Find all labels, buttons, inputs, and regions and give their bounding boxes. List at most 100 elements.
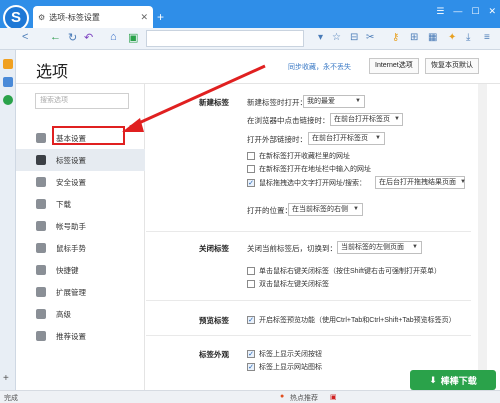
more-icon xyxy=(36,309,46,319)
watermark-text: 棒棒下载 xyxy=(440,375,477,386)
checkbox-box[interactable] xyxy=(247,280,255,288)
undo-icon[interactable]: ↶ xyxy=(84,31,93,44)
dropdown-icon[interactable]: ▾ xyxy=(318,32,323,43)
window-controls: ☰ — ☐ ✕ xyxy=(436,6,496,17)
star-icon[interactable]: ☆ xyxy=(332,32,341,43)
shield-icon xyxy=(36,177,46,187)
open-new-tab-select[interactable]: 我的最爱 ▼ xyxy=(303,95,365,108)
key-icon xyxy=(36,221,46,231)
checkbox-label: 在新标签打开在地址栏中输入的网址 xyxy=(259,166,371,173)
middle-click-select[interactable]: 在前台打开标签页 ▼ xyxy=(330,113,403,126)
sidebar-item-recommend[interactable]: 推荐设置 xyxy=(16,325,145,347)
section-divider xyxy=(146,300,471,301)
after-close-select[interactable]: 当前标签的左侧页面 ▼ xyxy=(337,241,422,254)
save-icon[interactable]: ⤓ xyxy=(466,32,470,43)
checkbox-right-click-close[interactable]: 单击鼠标右键关闭标签（按住Shift键右击可强制打开菜单） xyxy=(247,266,441,276)
reader-icon[interactable] xyxy=(3,77,13,87)
external-link-select[interactable]: 在前台打开标签页 ▼ xyxy=(308,132,385,145)
sidebar-item-label: 扩展管理 xyxy=(56,287,86,297)
home-icon[interactable]: ⌂ xyxy=(110,31,117,43)
checkbox-address-bar[interactable]: 在新标签打开在地址栏中输入的网址 xyxy=(247,164,371,174)
open-new-tab-label: 新建标签时打开： xyxy=(247,98,307,107)
history-icon[interactable] xyxy=(3,95,13,105)
hot-icon: ● xyxy=(280,393,285,400)
tab-icon xyxy=(36,155,46,165)
select-value: 在后台打开拖拽结果页面 xyxy=(379,179,456,186)
checkbox-label: 标签上显示网站图标 xyxy=(259,364,322,371)
left-rail: + xyxy=(0,50,16,390)
checkbox-box[interactable] xyxy=(247,152,255,160)
extension-icon xyxy=(36,287,46,297)
sidebar-item-mouse-gesture[interactable]: 鼠标手势 xyxy=(16,237,145,259)
sidebar-item-label: 快捷键 xyxy=(56,265,79,275)
sidebar-item-label: 标签设置 xyxy=(56,155,86,165)
checkbox-box[interactable] xyxy=(247,267,255,275)
checkbox-label: 单击鼠标右键关闭标签（按住Shift键右击可强制打开菜单） xyxy=(259,268,442,275)
address-bar[interactable] xyxy=(146,30,304,47)
middle-click-label: 在浏览器中点击链接时： xyxy=(247,116,330,125)
select-value: 在前台打开标签页 xyxy=(334,116,390,123)
drag-result-select[interactable]: 在后台打开拖拽结果页面 ▼ xyxy=(375,176,466,189)
sidebar-item-download[interactable]: 下载 xyxy=(16,193,145,215)
watermark-badge: ⬇ 棒棒下载 xyxy=(410,370,496,390)
after-close-label: 关闭当前标签后，切换到： xyxy=(247,244,337,253)
checkbox-label: 开启标签预览功能（使用Ctrl+Tab和Ctrl+Shift+Tab预览标签页） xyxy=(259,317,456,324)
checkbox-box[interactable]: ✓ xyxy=(247,179,255,187)
sidebar-item-advanced[interactable]: 高级 xyxy=(16,303,145,325)
close-window-icon[interactable]: ✕ xyxy=(488,6,496,17)
minimize-icon[interactable]: — xyxy=(453,6,462,17)
status-bar: 完成 ● 热点推荐 ▣ xyxy=(0,390,500,403)
checkbox-double-click-close[interactable]: 双击鼠标左键关闭标签 xyxy=(247,279,329,289)
download-icon xyxy=(36,199,46,209)
maximize-icon[interactable]: ☐ xyxy=(471,6,479,17)
checkbox-site-icon[interactable]: ✓ 标签上显示网站图标 xyxy=(247,362,322,372)
checkbox-box[interactable] xyxy=(247,165,255,173)
more-icon[interactable]: ≡ xyxy=(484,32,490,43)
hot-recommend-link[interactable]: 热点推荐 xyxy=(290,393,318,403)
sidebar-item-account[interactable]: 帐号助手 xyxy=(16,215,145,237)
grid-icon[interactable]: ▦ xyxy=(428,32,437,43)
page-title: 选项 xyxy=(36,64,69,81)
checkbox-box[interactable]: ✓ xyxy=(247,363,255,371)
tab-title: 选项-标签设置 xyxy=(49,12,100,22)
section-heading-new-tab: 新建标签 xyxy=(199,98,229,107)
tools-icon[interactable]: ⊞ xyxy=(410,32,418,43)
checkbox-drag[interactable]: ✓ 鼠标拖拽选中文字打开网址/搜索： xyxy=(247,178,366,188)
back-arrow-icon[interactable]: ← xyxy=(50,31,61,43)
status-text: 完成 xyxy=(4,395,18,402)
tab-options[interactable]: ⚙ 选项-标签设置 ✕ xyxy=(33,6,153,28)
add-icon[interactable]: + xyxy=(3,374,13,384)
sidebar-item-extensions[interactable]: 扩展管理 xyxy=(16,281,145,303)
checkbox-label: 鼠标拖拽选中文字打开网址/搜索： xyxy=(259,180,366,187)
restore-defaults-button[interactable]: 恢复本页默认 xyxy=(425,58,479,74)
secure-icon: ▣ xyxy=(128,32,139,44)
new-tab-button[interactable]: + xyxy=(157,10,164,24)
refresh-icon[interactable]: ↻ xyxy=(68,31,77,44)
sidebar-item-tabs[interactable]: 标签设置 xyxy=(16,149,145,171)
menu-icon[interactable]: ☰ xyxy=(436,6,444,17)
scissors-icon[interactable]: ✂ xyxy=(366,32,374,43)
open-position-select[interactable]: 在当前标签的右侧 ▼ xyxy=(288,203,363,216)
section-heading-tab-appearance: 标签外观 xyxy=(199,350,229,359)
checkbox-box[interactable]: ✓ xyxy=(247,350,255,358)
chevron-down-icon: ▼ xyxy=(412,244,418,250)
tab-close-icon[interactable]: ✕ xyxy=(140,12,148,23)
checkbox-box[interactable]: ✓ xyxy=(247,316,255,324)
hot-badge-icon: ▣ xyxy=(330,394,337,401)
bulb-icon[interactable]: ✦ xyxy=(448,32,456,43)
favorites-icon[interactable] xyxy=(3,59,13,69)
checkbox-preview[interactable]: ✓ 开启标签预览功能（使用Ctrl+Tab和Ctrl+Shift+Tab预览标签页… xyxy=(247,315,456,325)
sidebar-item-label: 下载 xyxy=(56,199,71,209)
internet-options-button[interactable]: Internet选项 xyxy=(369,58,419,74)
back-icon[interactable]: < xyxy=(22,31,28,43)
download-icon[interactable]: ⊟ xyxy=(350,32,358,43)
sidebar-item-shortcuts[interactable]: 快捷键 xyxy=(16,259,145,281)
gear-icon: ⚙ xyxy=(38,12,46,22)
select-value: 在当前标签的右侧 xyxy=(292,206,348,213)
checkbox-fav-bar[interactable]: 在新标签打开收藏栏里的网址 xyxy=(247,151,350,161)
select-value: 在前台打开标签页 xyxy=(312,135,368,142)
scrollbar[interactable] xyxy=(478,84,487,390)
sidebar-item-security[interactable]: 安全设置 xyxy=(16,171,145,193)
checkbox-close-button[interactable]: ✓ 标签上显示关闭按钮 xyxy=(247,349,322,359)
key-icon[interactable]: ⚷ xyxy=(392,32,399,43)
